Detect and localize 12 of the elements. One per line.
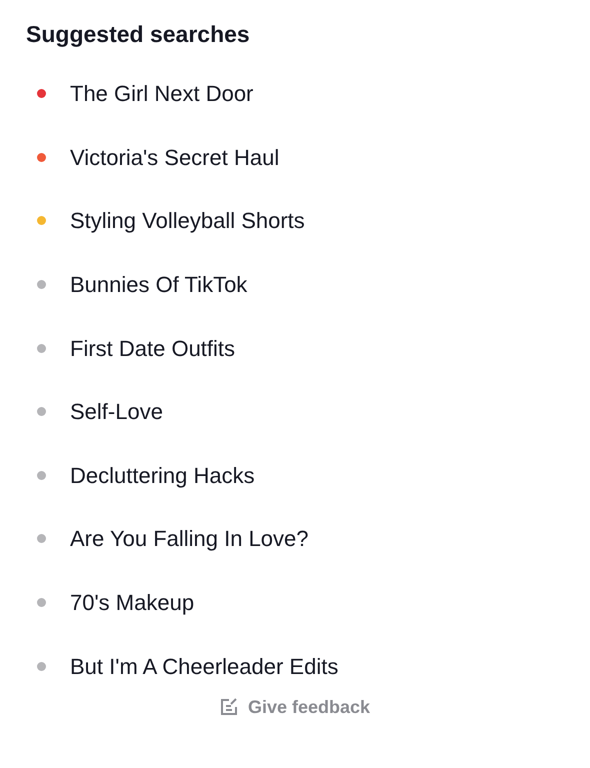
suggestion-link[interactable]: Victoria's Secret Haul (70, 140, 280, 174)
suggestion-link[interactable]: 70's Makeup (70, 586, 194, 620)
suggestion-link[interactable]: Bunnies Of TikTok (70, 268, 248, 302)
suggestion-link[interactable]: Decluttering Hacks (70, 458, 255, 492)
suggestion-link[interactable]: But I'm A Cheerleader Edits (70, 650, 338, 683)
suggestion-link[interactable]: Self-Love (70, 395, 163, 428)
suggestion-link[interactable]: First Date Outfits (70, 332, 236, 365)
suggestion-link[interactable]: Styling Volleyball Shorts (70, 204, 305, 238)
feedback-icon (220, 698, 238, 716)
suggestion-link[interactable]: Are You Falling In Love? (70, 522, 309, 556)
section-title: Suggested searches (26, 20, 251, 49)
suggestion-link[interactable]: The Girl Next Door (70, 77, 254, 110)
